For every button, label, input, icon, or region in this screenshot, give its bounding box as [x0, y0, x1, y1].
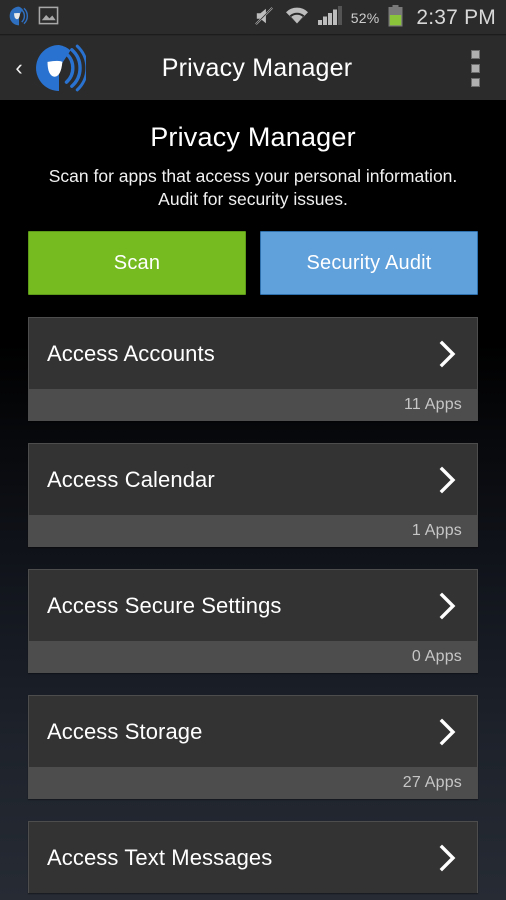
battery-icon — [388, 4, 403, 32]
list-item[interactable]: Access Text Messages — [28, 821, 478, 894]
list-item[interactable]: Access Secure Settings 0 Apps — [28, 569, 478, 674]
permission-app-count: 27 Apps — [402, 774, 462, 792]
permission-row[interactable]: Access Secure Settings — [28, 569, 478, 642]
status-system-icons: 52% 2:37 PM — [254, 4, 496, 32]
wifi-icon — [285, 6, 309, 30]
action-bar: ‹ Privacy Manager — [0, 36, 506, 104]
permission-count-bar: 1 Apps — [28, 515, 478, 548]
page-title: Privacy Manager — [161, 53, 353, 82]
overflow-dot — [470, 63, 480, 73]
chevron-right-icon — [439, 339, 457, 369]
list-item[interactable]: Access Storage 27 Apps — [28, 695, 478, 800]
app-screen: 52% 2:37 PM ‹ Privacy Manager Privacy Ma… — [0, 0, 506, 900]
permission-row[interactable]: Access Text Messages — [28, 821, 478, 894]
permission-app-count: 1 Apps — [411, 522, 462, 540]
cellular-signal-icon — [317, 6, 342, 30]
volume-mute-icon — [254, 6, 276, 31]
chevron-right-icon — [439, 717, 457, 747]
security-audit-button[interactable]: Security Audit — [260, 231, 478, 296]
battery-percent-label: 52% — [350, 10, 380, 26]
back-button[interactable]: ‹ — [8, 49, 30, 87]
header-block: Privacy Manager Scan for apps that acces… — [0, 100, 506, 211]
permission-count-bar: 11 Apps — [28, 389, 478, 422]
permission-count-bar: 0 Apps — [28, 641, 478, 674]
scan-button[interactable]: Scan — [28, 231, 246, 296]
permission-label: Access Secure Settings — [47, 592, 282, 618]
action-button-row: Scan Security Audit — [0, 211, 506, 296]
permission-label: Access Text Messages — [47, 844, 273, 870]
permission-label: Access Accounts — [47, 340, 215, 366]
permission-list[interactable]: Access Accounts 11 Apps Access Calendar 1 A… — [0, 295, 506, 894]
permission-row[interactable]: Access Accounts — [28, 317, 478, 390]
permission-count-bar: 27 Apps — [28, 767, 478, 800]
chevron-right-icon — [439, 591, 457, 621]
overflow-dot — [470, 49, 480, 59]
overflow-menu-icon[interactable] — [458, 44, 492, 93]
header-subtitle: Scan for apps that access your personal … — [48, 166, 458, 210]
screenshot-image-icon — [38, 5, 59, 31]
permission-app-count: 11 Apps — [403, 396, 462, 414]
chevron-right-icon — [439, 465, 457, 495]
list-item[interactable]: Access Accounts 11 Apps — [28, 317, 478, 422]
permission-row[interactable]: Access Storage — [28, 695, 478, 768]
status-notification-icons — [8, 5, 59, 32]
header-title: Privacy Manager — [150, 122, 356, 152]
action-bar-shadow — [0, 100, 506, 104]
chevron-right-icon — [439, 843, 457, 873]
list-item[interactable]: Access Calendar 1 Apps — [28, 443, 478, 548]
permission-row[interactable]: Access Calendar — [28, 443, 478, 516]
overflow-dot — [470, 77, 480, 87]
permission-app-count: 0 Apps — [411, 648, 462, 666]
status-clock: 2:37 PM — [416, 6, 496, 29]
app-logo-icon — [8, 5, 30, 32]
status-bar: 52% 2:37 PM — [0, 0, 506, 36]
permission-label: Access Storage — [47, 718, 203, 744]
permission-label: Access Calendar — [47, 466, 215, 492]
